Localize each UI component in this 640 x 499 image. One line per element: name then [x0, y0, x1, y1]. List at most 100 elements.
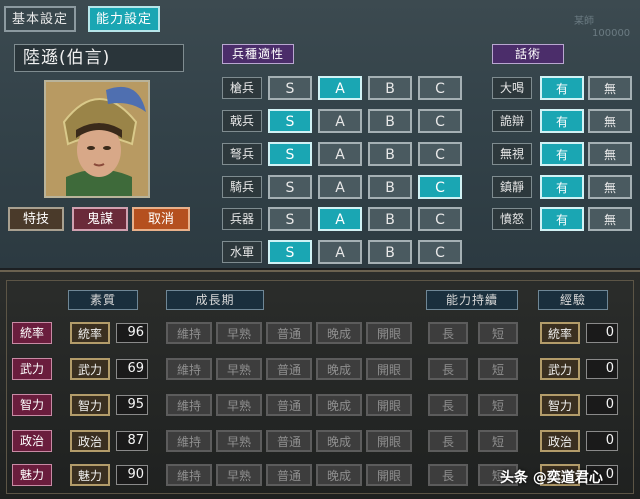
debate-option-button[interactable]: 無: [588, 142, 632, 166]
stat-button[interactable]: 政治: [70, 430, 110, 452]
exp-value[interactable]: 0: [586, 431, 618, 451]
duration-option-button[interactable]: 短: [478, 430, 518, 452]
aptitude-grade-button[interactable]: C: [418, 76, 462, 100]
cancel-button[interactable]: 取消: [132, 207, 190, 231]
duration-option-button[interactable]: 短: [478, 394, 518, 416]
growth-option-button[interactable]: 早熟: [216, 322, 262, 344]
aptitude-grade-button[interactable]: A: [318, 175, 362, 199]
stat-value[interactable]: 90: [116, 465, 148, 485]
stat-value[interactable]: 87: [116, 431, 148, 451]
growth-option-button[interactable]: 維持: [166, 322, 212, 344]
growth-option-button[interactable]: 晚成: [316, 322, 362, 344]
stat-button[interactable]: 統率: [70, 322, 110, 344]
growth-option-button[interactable]: 早熟: [216, 430, 262, 452]
growth-option-button[interactable]: 普通: [266, 322, 312, 344]
growth-option-button[interactable]: 開眼: [366, 322, 412, 344]
debate-option-button[interactable]: 有: [540, 142, 584, 166]
stat-value[interactable]: 95: [116, 395, 148, 415]
aptitude-grade-button[interactable]: A: [318, 109, 362, 133]
growth-option-button[interactable]: 開眼: [366, 464, 412, 486]
debate-option-button[interactable]: 有: [540, 175, 584, 199]
growth-option-button[interactable]: 維持: [166, 394, 212, 416]
growth-option-button[interactable]: 普通: [266, 394, 312, 416]
special-skill-button[interactable]: 特技: [8, 207, 64, 231]
stat-value[interactable]: 96: [116, 323, 148, 343]
aptitude-grade-button[interactable]: S: [268, 240, 312, 264]
aptitude-grade-button[interactable]: B: [368, 207, 412, 231]
debate-option-button[interactable]: 無: [588, 76, 632, 100]
aptitude-grade-button[interactable]: A: [318, 240, 362, 264]
stat-button[interactable]: 武力: [70, 358, 110, 380]
aptitude-grade-button[interactable]: S: [268, 207, 312, 231]
duration-option-button[interactable]: 長: [428, 464, 468, 486]
tab-basic-settings[interactable]: 基本設定: [4, 6, 76, 32]
aptitude-grade-button[interactable]: C: [418, 240, 462, 264]
debate-option-button[interactable]: 無: [588, 175, 632, 199]
aptitude-grade-button[interactable]: C: [418, 109, 462, 133]
aptitude-grade-button[interactable]: B: [368, 109, 412, 133]
growth-option-button[interactable]: 晚成: [316, 358, 362, 380]
growth-option-button[interactable]: 普通: [266, 358, 312, 380]
duration-option-button[interactable]: 長: [428, 394, 468, 416]
aptitude-grade-button[interactable]: C: [418, 207, 462, 231]
growth-option-button[interactable]: 普通: [266, 430, 312, 452]
aptitude-grade-button[interactable]: S: [268, 142, 312, 166]
aptitude-grade-button[interactable]: A: [318, 207, 362, 231]
aptitude-grade-button[interactable]: B: [368, 76, 412, 100]
debate-option-button[interactable]: 有: [540, 109, 584, 133]
growth-option-button[interactable]: 維持: [166, 358, 212, 380]
stat-button[interactable]: 智力: [70, 394, 110, 416]
tab-ability-settings[interactable]: 能力設定: [88, 6, 160, 32]
aptitude-grade-button[interactable]: B: [368, 240, 412, 264]
duration-option-button[interactable]: 長: [428, 322, 468, 344]
faint-label: 某師: [574, 16, 594, 27]
aptitude-grade-button[interactable]: C: [418, 142, 462, 166]
debate-header: 話術: [492, 44, 564, 64]
aptitude-label: 水軍: [222, 241, 262, 263]
exp-value[interactable]: 0: [586, 323, 618, 343]
growth-option-button[interactable]: 早熟: [216, 394, 262, 416]
growth-option-button[interactable]: 早熟: [216, 358, 262, 380]
exp-stat-button[interactable]: 統率: [540, 322, 580, 344]
growth-option-button[interactable]: 晚成: [316, 464, 362, 486]
growth-option-button[interactable]: 開眼: [366, 394, 412, 416]
growth-option-button[interactable]: 普通: [266, 464, 312, 486]
aptitude-grade-button[interactable]: A: [318, 76, 362, 100]
growth-option-button[interactable]: 開眼: [366, 430, 412, 452]
aptitude-grade-button[interactable]: A: [318, 142, 362, 166]
debate-option-button[interactable]: 有: [540, 207, 584, 231]
skill-value-button[interactable]: 鬼謀: [72, 207, 128, 231]
aptitude-grade-button[interactable]: B: [368, 142, 412, 166]
stat-value[interactable]: 69: [116, 359, 148, 379]
exp-value[interactable]: 0: [586, 395, 618, 415]
watermark: 头条 @奕道君心: [500, 470, 603, 486]
stat-button[interactable]: 魅力: [70, 464, 110, 486]
aptitude-grade-button[interactable]: C: [418, 175, 462, 199]
duration-option-button[interactable]: 短: [478, 358, 518, 380]
aptitude-grade-button[interactable]: S: [268, 109, 312, 133]
debate-label: 詭辯: [492, 110, 532, 132]
aptitude-label: 騎兵: [222, 176, 262, 198]
debate-option-button[interactable]: 有: [540, 76, 584, 100]
growth-option-button[interactable]: 晚成: [316, 394, 362, 416]
duration-option-button[interactable]: 長: [428, 358, 468, 380]
exp-stat-button[interactable]: 智力: [540, 394, 580, 416]
growth-option-button[interactable]: 晚成: [316, 430, 362, 452]
debate-option-button[interactable]: 無: [588, 109, 632, 133]
debate-label: 憤怒: [492, 208, 532, 230]
growth-option-button[interactable]: 維持: [166, 430, 212, 452]
aptitude-grade-button[interactable]: S: [268, 76, 312, 100]
growth-option-button[interactable]: 維持: [166, 464, 212, 486]
duration-option-button[interactable]: 短: [478, 322, 518, 344]
debate-label: 鎮靜: [492, 176, 532, 198]
growth-option-button[interactable]: 早熟: [216, 464, 262, 486]
aptitude-grade-button[interactable]: S: [268, 175, 312, 199]
character-name: 陸遜(伯言): [14, 44, 184, 72]
aptitude-grade-button[interactable]: B: [368, 175, 412, 199]
exp-stat-button[interactable]: 政治: [540, 430, 580, 452]
duration-option-button[interactable]: 長: [428, 430, 468, 452]
exp-stat-button[interactable]: 武力: [540, 358, 580, 380]
debate-option-button[interactable]: 無: [588, 207, 632, 231]
growth-option-button[interactable]: 開眼: [366, 358, 412, 380]
exp-value[interactable]: 0: [586, 359, 618, 379]
